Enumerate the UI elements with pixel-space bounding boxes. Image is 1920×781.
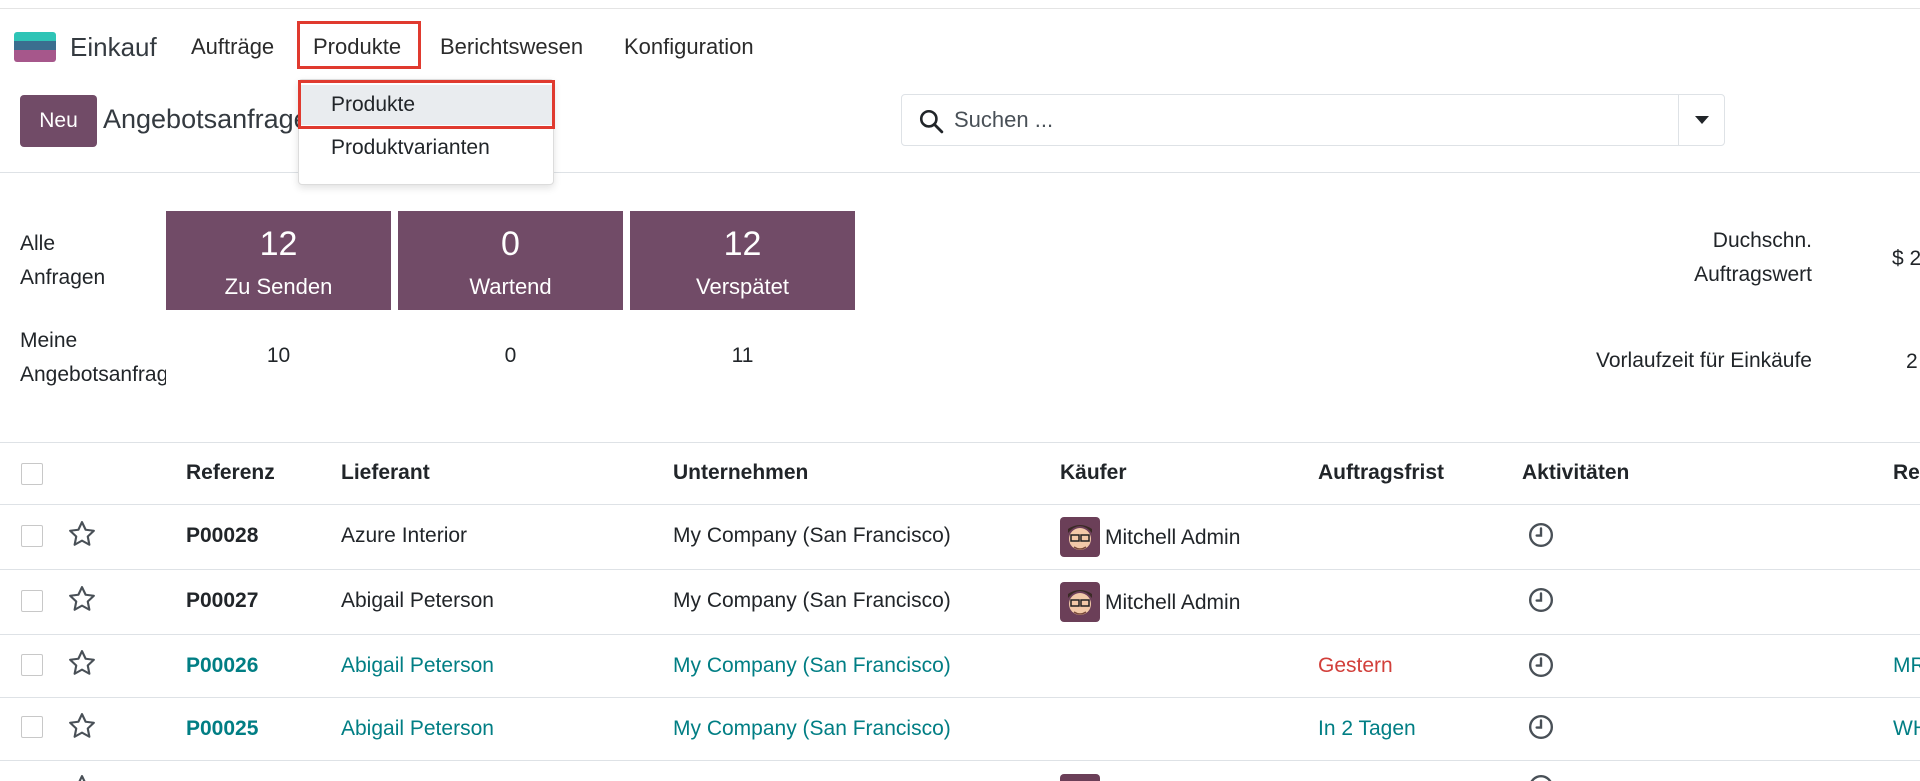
column-header-company[interactable]: Unternehmen — [673, 461, 808, 485]
column-header-deadline[interactable]: Auftragsfrist — [1318, 461, 1444, 485]
star-icon[interactable] — [67, 584, 97, 614]
purchase-app-icon[interactable] — [14, 32, 56, 62]
search-input[interactable] — [954, 105, 1614, 135]
row-reference: P00025 — [186, 717, 259, 740]
top-border — [0, 8, 1920, 9]
row-checkbox[interactable] — [21, 525, 43, 547]
my-waiting-count[interactable]: 0 — [398, 344, 623, 368]
column-header-buyer[interactable]: Käufer — [1060, 461, 1127, 485]
control-panel-divider — [0, 172, 1920, 173]
my-requests-label: Meine Angebotsanfragen — [20, 329, 166, 386]
all-requests-label: Alle Anfragen — [20, 232, 106, 289]
avg-order-value-label: Duchschn. Auftragswert — [1694, 229, 1812, 286]
row-divider — [0, 697, 1920, 698]
activity-clock-icon[interactable] — [1528, 774, 1554, 781]
buyer-avatar — [1060, 517, 1100, 557]
star-icon[interactable] — [67, 711, 97, 741]
search-icon — [919, 109, 944, 134]
search-options-toggle[interactable] — [1678, 95, 1724, 145]
row-buyer: Mitchell Admin — [1105, 591, 1241, 614]
row-deadline: In 2 Tagen — [1318, 717, 1416, 740]
row-company: My Company (San Francisco) — [673, 589, 951, 612]
lead-time-label: Vorlaufzeit für Einkäufe — [1596, 349, 1812, 372]
breadcrumb-title: Angebotsanfragen — [103, 104, 324, 134]
menu-item-konfiguration[interactable]: Konfiguration — [624, 34, 754, 60]
row-company: My Company (San Francisco) — [673, 654, 951, 677]
row-divider — [0, 634, 1920, 635]
row-reference: P00026 — [186, 654, 259, 677]
table-header-divider — [0, 504, 1920, 505]
app-name[interactable]: Einkauf — [70, 32, 157, 63]
row-source: MR — [1893, 654, 1920, 677]
row-vendor: Abigail Peterson — [341, 717, 494, 740]
dropdown-item-produktvarianten[interactable]: Produktvarianten — [299, 128, 553, 168]
column-header-activities[interactable]: Aktivitäten — [1522, 461, 1629, 485]
my-to-send-count[interactable]: 10 — [166, 344, 391, 368]
row-deadline: Gestern — [1318, 654, 1393, 677]
row-source: WH — [1893, 717, 1920, 740]
row-company: My Company (San Francisco) — [673, 524, 951, 547]
main-navbar: Einkauf Aufträge Produkte Berichtswesen … — [0, 18, 1920, 74]
column-header-vendor[interactable]: Lieferant — [341, 461, 430, 485]
activity-clock-icon[interactable] — [1528, 587, 1554, 613]
menu-item-berichtswesen[interactable]: Berichtswesen — [440, 34, 583, 60]
new-button[interactable]: Neu — [20, 95, 97, 147]
activity-clock-icon[interactable] — [1528, 522, 1554, 548]
buyer-avatar — [1060, 774, 1100, 781]
menu-item-auftraege[interactable]: Aufträge — [191, 34, 274, 60]
row-divider — [0, 569, 1920, 570]
row-vendor: Abigail Peterson — [341, 589, 494, 612]
row-divider — [0, 760, 1920, 761]
tile-to-send[interactable]: 12 Zu Senden — [166, 211, 391, 310]
lead-time-value: 2 — [1906, 350, 1918, 373]
star-icon[interactable] — [67, 519, 97, 549]
row-vendor: Abigail Peterson — [341, 654, 494, 677]
row-reference: P00028 — [186, 524, 259, 547]
column-header-reference[interactable]: Referenz — [186, 461, 275, 485]
activity-clock-icon[interactable] — [1528, 652, 1554, 678]
row-checkbox[interactable] — [21, 590, 43, 612]
my-late-count[interactable]: 11 — [630, 344, 855, 368]
row-checkbox[interactable] — [21, 654, 43, 676]
activity-clock-icon[interactable] — [1528, 714, 1554, 740]
star-icon[interactable] — [67, 648, 97, 678]
row-checkbox[interactable] — [21, 716, 43, 738]
row-reference: P00027 — [186, 589, 259, 612]
dashboard-divider — [0, 442, 1920, 443]
menu-highlight-box — [297, 21, 421, 69]
row-vendor: Azure Interior — [341, 524, 468, 547]
select-all-checkbox[interactable] — [21, 463, 43, 485]
buyer-avatar — [1060, 582, 1100, 622]
tile-late[interactable]: 12 Verspätet — [630, 211, 855, 310]
avg-order-value: $ 2 — [1892, 247, 1920, 270]
row-buyer: Mitchell Admin — [1105, 526, 1241, 549]
column-header-source[interactable]: Re — [1893, 461, 1920, 485]
star-icon[interactable] — [67, 773, 97, 781]
search-bar — [901, 94, 1725, 146]
caret-down-icon — [1694, 116, 1709, 124]
tile-waiting[interactable]: 0 Wartend — [398, 211, 623, 310]
dropdown-highlight-box — [298, 80, 555, 129]
row-company: My Company (San Francisco) — [673, 717, 951, 740]
